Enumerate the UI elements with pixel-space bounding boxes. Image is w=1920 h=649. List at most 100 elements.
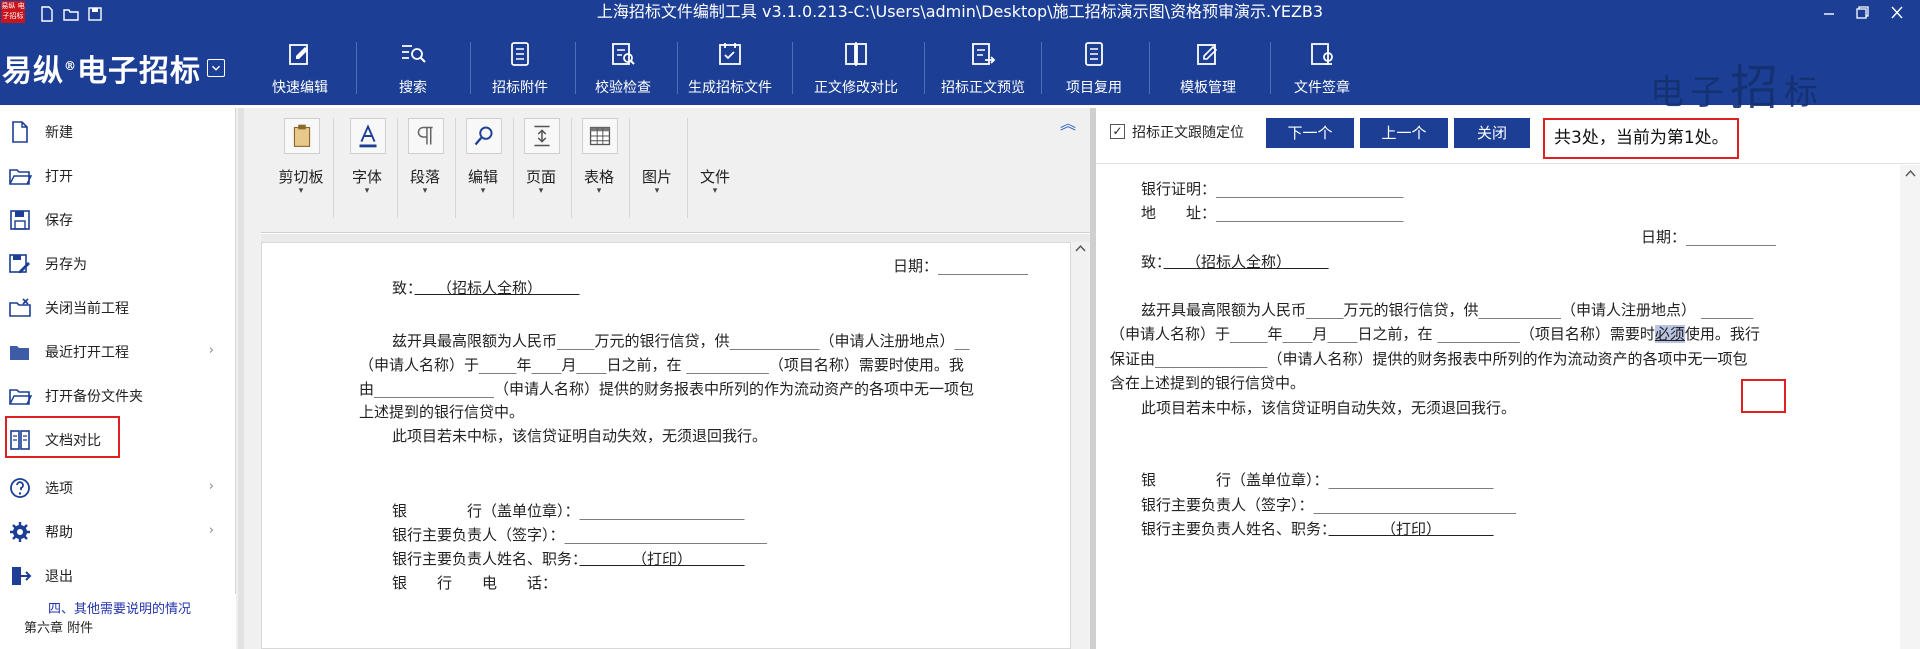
group-table[interactable]: 表格 ▾ bbox=[571, 114, 627, 224]
group-label: 字体 bbox=[351, 168, 382, 186]
doc-blank: ____________ bbox=[938, 257, 1029, 275]
tool-project-reuse[interactable]: 项目复用 bbox=[1052, 30, 1136, 105]
doc-text: 由 bbox=[359, 380, 375, 398]
doc-text: （申请人注册地点） bbox=[1561, 301, 1697, 319]
save-as-icon bbox=[9, 254, 30, 273]
doc-text: 使用。我行 bbox=[1684, 325, 1760, 343]
group-file[interactable]: 文件 ▾ bbox=[687, 114, 743, 224]
menu-item-close-project[interactable]: 关闭当前工程 bbox=[0, 287, 236, 329]
highlighted-match: 必须 bbox=[1654, 325, 1685, 343]
doc-text: 年 bbox=[1267, 325, 1283, 343]
tool-template-manage[interactable]: 模板管理 bbox=[1166, 30, 1250, 105]
doc-text: 年 bbox=[516, 356, 532, 374]
doc-text: 此项目若未中标，该信贷证明自动失效，无须退回我行。 bbox=[392, 427, 768, 445]
tool-label: 招标附件 bbox=[492, 80, 548, 96]
tool-file-sign[interactable]: 文件签章 bbox=[1280, 30, 1364, 105]
restore-icon[interactable] bbox=[1849, 2, 1875, 24]
tool-generate-document[interactable]: 生成招标文件 bbox=[680, 30, 780, 105]
chevron-down-icon: ▾ bbox=[596, 186, 602, 196]
tool-divider bbox=[1041, 42, 1042, 94]
outline-item[interactable]: 第六章 附件 bbox=[24, 617, 93, 636]
tool-search[interactable]: 搜索 bbox=[371, 30, 455, 105]
doc-text: （招标人全称） bbox=[415, 279, 580, 297]
doc-text: 银行主要负责人姓名、职务： bbox=[392, 550, 580, 568]
doc-text: （申请人名称）于_____年____月____日之前，在 ___________… bbox=[1110, 325, 1760, 343]
group-paragraph[interactable]: 段落 ▾ bbox=[397, 114, 453, 224]
doc-text: （打印） bbox=[639, 550, 685, 568]
menu-item-open[interactable]: 打开 bbox=[0, 155, 236, 197]
doc-text: （项目名称）需要时使用。我 bbox=[768, 356, 964, 374]
doc-text: （招标人全称） bbox=[1193, 253, 1284, 271]
outline-item[interactable]: 四、其他需要说明的情况 bbox=[48, 598, 191, 617]
menu-item-label: 新建 bbox=[45, 125, 73, 141]
tool-divider bbox=[677, 42, 678, 94]
close-project-icon bbox=[9, 298, 31, 317]
group-label: 剪切板 bbox=[278, 168, 324, 186]
menu-item-recent[interactable]: 最近打开工程 › bbox=[0, 331, 236, 373]
collapse-ribbon-icon[interactable]: ︽ bbox=[1060, 110, 1076, 134]
left-document-page[interactable]: 日期：____________ 致： （招标人全称） 兹开具最高限额为人民币__… bbox=[261, 242, 1071, 649]
follow-position-checkbox[interactable]: ✓ bbox=[1110, 124, 1125, 139]
doc-text: 兹开具最高限额为人民币 bbox=[1141, 301, 1307, 319]
tool-attachments[interactable]: 招标附件 bbox=[478, 30, 562, 105]
chevron-right-icon: › bbox=[208, 343, 214, 358]
doc-text: 银行主要负责人姓名、职务： （打印） bbox=[392, 548, 745, 569]
menu-item-new[interactable]: 新建 bbox=[0, 111, 236, 153]
left-splitter[interactable] bbox=[236, 108, 261, 649]
doc-text: （申请人名称）提供的财务报表中所列的作为流动资产的各项中无一项包 bbox=[1267, 350, 1748, 368]
minimize-icon[interactable] bbox=[1816, 2, 1842, 24]
right-document-scrollbar[interactable] bbox=[1900, 165, 1920, 649]
tool-text-compare[interactable]: 正文修改对比 bbox=[800, 30, 912, 105]
menu-item-help[interactable]: 帮助 › bbox=[0, 511, 236, 553]
group-font[interactable]: 字体 ▾ bbox=[339, 114, 395, 224]
close-icon[interactable] bbox=[1884, 2, 1910, 24]
next-match-button[interactable]: 下一个 bbox=[1266, 118, 1354, 148]
doc-text: 兹开具最高限额为人民币_____万元的银行信贷，供___________（申请人… bbox=[1141, 301, 1754, 319]
doc-text: 致： （招标人全称） bbox=[392, 277, 580, 298]
chevron-down-icon: ▾ bbox=[538, 186, 544, 196]
menu-item-label: 帮助 bbox=[45, 525, 73, 541]
menu-item-label: 最近打开工程 bbox=[45, 345, 129, 361]
splitter-bar bbox=[238, 108, 244, 649]
group-label: 段落 bbox=[409, 168, 440, 186]
attachment-icon bbox=[511, 42, 529, 66]
menu-item-label: 退出 bbox=[45, 569, 73, 585]
chevron-down-icon: ▾ bbox=[298, 186, 304, 196]
doc-text: 银行证明： bbox=[1141, 180, 1217, 198]
menu-item-options[interactable]: 选项 › bbox=[0, 467, 236, 509]
group-picture[interactable]: 图片 ▾ bbox=[629, 114, 685, 224]
tool-quick-edit[interactable]: 快速编辑 bbox=[258, 30, 342, 105]
brand-tail: 电子招标 bbox=[77, 54, 201, 89]
tool-validate[interactable]: 校验检查 bbox=[581, 30, 665, 105]
prev-match-button[interactable]: 上一个 bbox=[1360, 118, 1448, 148]
scroll-up-icon[interactable] bbox=[1075, 244, 1086, 252]
chevron-down-icon[interactable] bbox=[207, 59, 225, 77]
doc-text: 月 bbox=[1312, 325, 1328, 343]
close-compare-button[interactable]: 关闭 bbox=[1454, 118, 1530, 148]
menu-item-label: 打开备份文件夹 bbox=[45, 389, 143, 405]
scroll-up-icon[interactable] bbox=[1905, 169, 1916, 177]
doc-text: 由________________（申请人名称）提供的财务报表中所列的作为流动资… bbox=[359, 380, 975, 398]
menu-item-open-backup[interactable]: 打开备份文件夹 bbox=[0, 375, 236, 417]
menu-item-save[interactable]: 保存 bbox=[0, 199, 236, 241]
menu-item-save-as[interactable]: 另存为 bbox=[0, 243, 236, 285]
chevron-down-icon: ▾ bbox=[712, 186, 718, 196]
doc-text: 日期： bbox=[893, 257, 939, 275]
file-menu: 新建 打开 保存 另存为 关闭当前工程 最近打开工程 › 打开备份文件夹 文档对… bbox=[0, 108, 236, 594]
menu-item-exit[interactable]: 退出 bbox=[0, 555, 236, 597]
left-document-scrollbar[interactable] bbox=[1071, 242, 1090, 649]
doc-text: 日之前，在 bbox=[606, 356, 682, 374]
doc-text: 银行主要负责人姓名、职务： （打印） bbox=[1141, 518, 1494, 539]
tool-text-preview[interactable]: 招标正文预览 bbox=[928, 30, 1038, 105]
search-icon bbox=[402, 45, 426, 63]
doc-text: 银行主要负责人姓名、职务： bbox=[1141, 520, 1329, 538]
doc-text: 银 行（盖单位章）： bbox=[1141, 471, 1329, 489]
clipboard-icon bbox=[284, 118, 320, 154]
help-circle-icon bbox=[10, 478, 30, 498]
brand-logo: 易纵®电子招标 bbox=[2, 46, 201, 90]
chevron-right-icon: › bbox=[208, 479, 214, 494]
group-page[interactable]: 页面 ▾ bbox=[513, 114, 569, 224]
group-clipboard[interactable]: 剪切板 ▾ bbox=[273, 114, 329, 224]
group-edit[interactable]: 编辑 ▾ bbox=[455, 114, 511, 224]
follow-position-label: 招标正文跟随定位 bbox=[1132, 125, 1244, 141]
